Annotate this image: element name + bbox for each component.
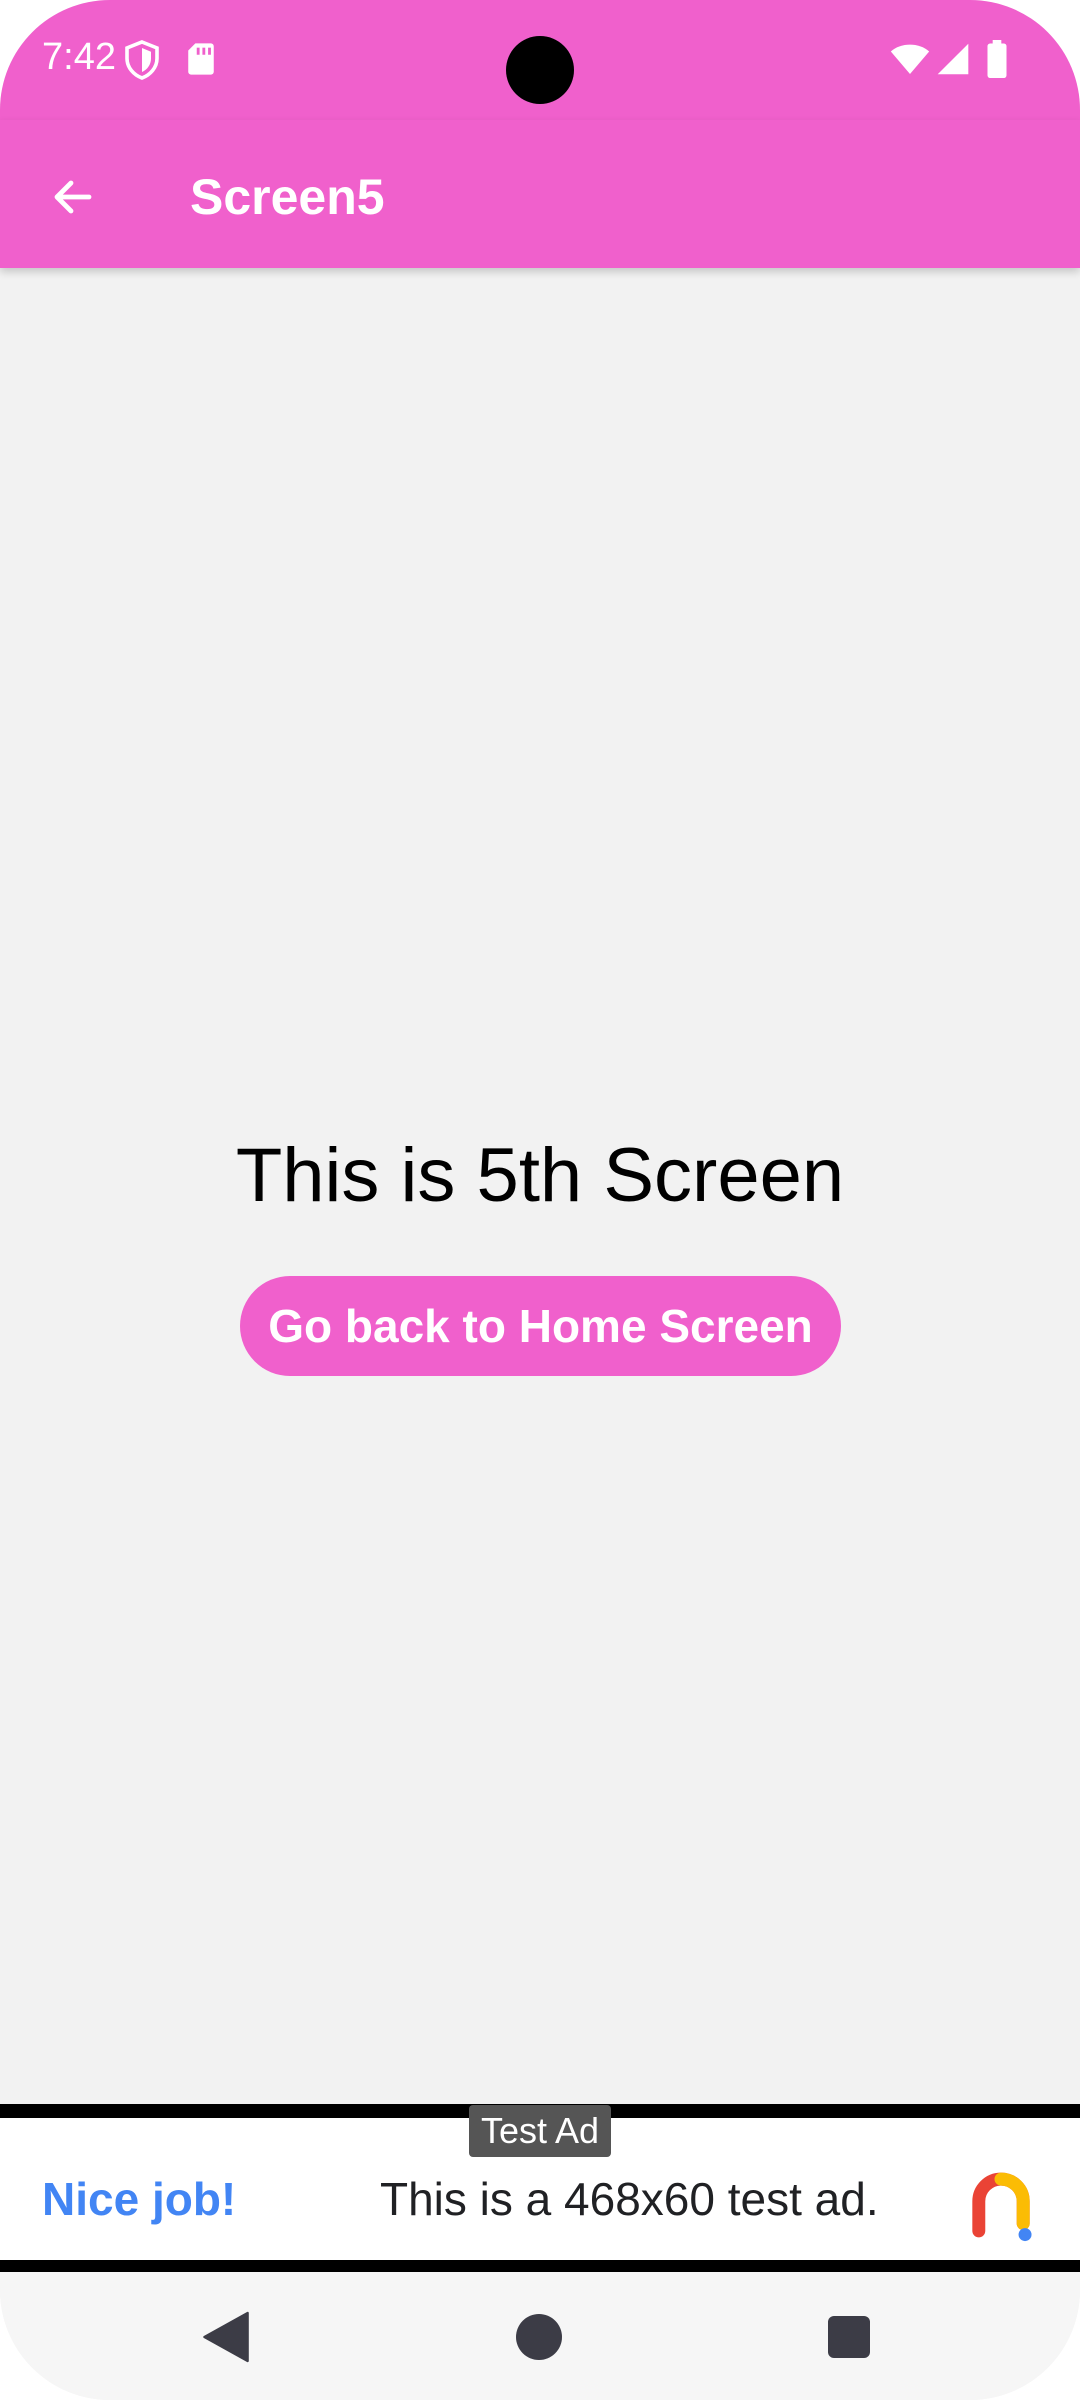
admob-logo-icon	[972, 2172, 1032, 2242]
ad-headline[interactable]: Nice job!	[42, 2172, 236, 2226]
wifi-icon	[890, 44, 930, 74]
back-button[interactable]	[36, 160, 110, 234]
status-bar: 7:42	[0, 0, 1080, 120]
status-time: 7:42	[42, 36, 116, 78]
page-title: Screen5	[190, 169, 385, 225]
device-screen: 7:42 Screen5 This is 5th Screen Go back …	[0, 0, 1080, 2400]
go-home-button[interactable]: Go back to Home Screen	[240, 1276, 841, 1376]
main-heading: This is 5th Screen	[235, 1133, 845, 1218]
navigation-bar	[0, 2272, 1080, 2400]
battery-icon	[987, 40, 1007, 78]
shield-icon	[125, 40, 159, 80]
camera-cutout	[506, 36, 574, 104]
nav-back-icon[interactable]	[202, 2310, 250, 2364]
signal-icon	[937, 43, 969, 75]
ad-text[interactable]: This is a 468x60 test ad.	[380, 2172, 879, 2226]
test-ad-label: Test Ad	[469, 2105, 611, 2157]
nav-recents-icon[interactable]	[828, 2316, 870, 2358]
arrow-back-icon	[54, 180, 92, 214]
app-bar: Screen5	[0, 120, 1080, 268]
sd-card-icon	[188, 43, 214, 75]
nav-home-icon[interactable]	[516, 2314, 562, 2360]
